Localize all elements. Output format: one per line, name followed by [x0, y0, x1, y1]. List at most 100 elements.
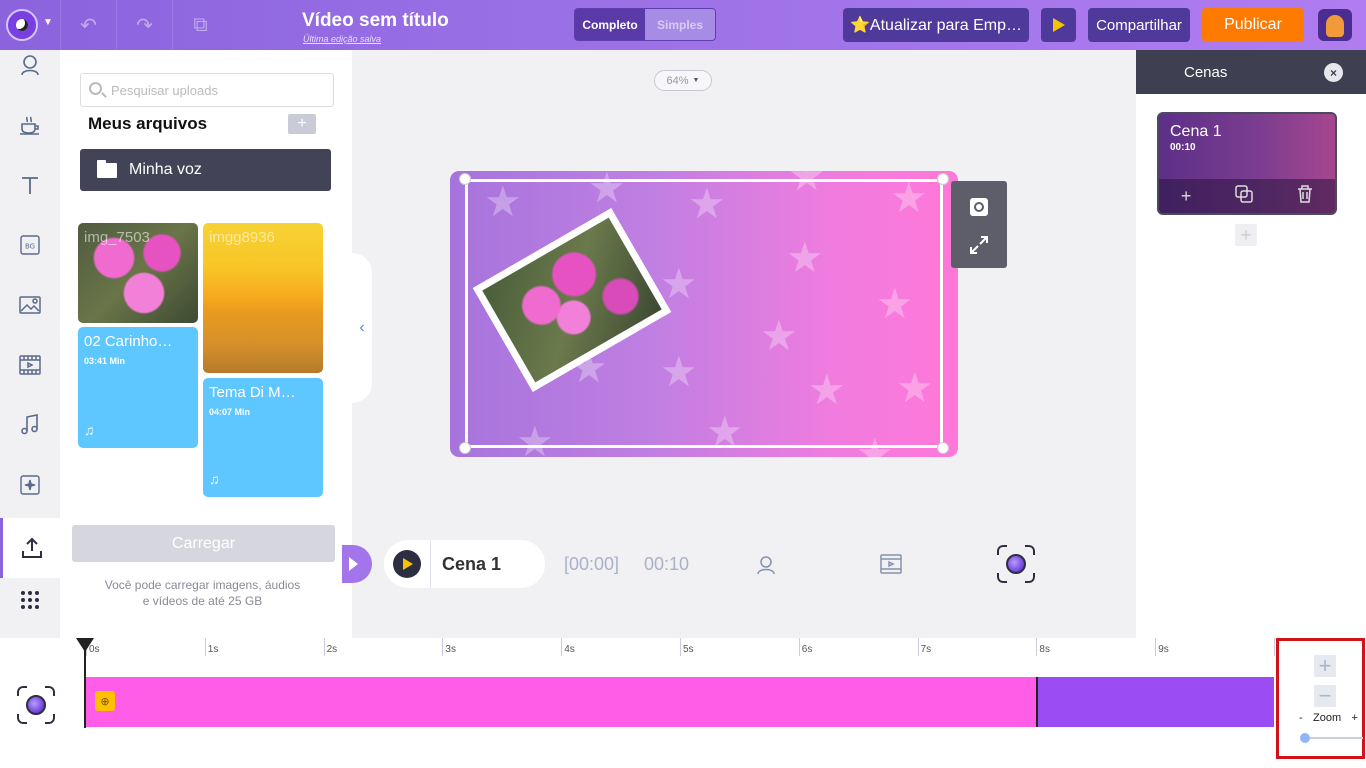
publish-button[interactable]: Publicar: [1202, 8, 1304, 42]
audio-tile[interactable]: Tema Di M… 04:07 Min ♫: [203, 378, 323, 497]
track-handle-icon[interactable]: ⊕: [95, 691, 115, 711]
ruler-tick: [204, 638, 206, 656]
music-note-icon: ♫: [84, 422, 95, 438]
resize-handle[interactable]: [459, 442, 471, 454]
text-icon[interactable]: [0, 155, 60, 215]
mode-toggle[interactable]: Completo Simples: [574, 8, 716, 41]
upload-note: Você pode carregar imagens, áudios e víd…: [104, 578, 301, 608]
scene-duration[interactable]: 00:10: [644, 554, 689, 575]
undo-button[interactable]: ↶: [60, 0, 116, 50]
expand-icon[interactable]: [968, 234, 990, 256]
play-icon: [1052, 18, 1065, 32]
scene-card[interactable]: Cena 1 00:10 +: [1157, 112, 1337, 215]
folder-icon: [97, 159, 117, 178]
video-icon[interactable]: [880, 554, 902, 579]
upload-icon[interactable]: [0, 518, 60, 578]
character-icon[interactable]: [0, 35, 60, 95]
svg-text:BG: BG: [25, 243, 35, 251]
ruler-label: 9s: [1158, 644, 1169, 655]
chevron-down-icon[interactable]: ▼: [43, 17, 53, 28]
background-icon[interactable]: BG: [0, 215, 60, 275]
audio-tile-name: Tema Di M…: [209, 384, 296, 401]
music-icon[interactable]: [0, 395, 60, 455]
last-saved-link[interactable]: Última edição salva: [303, 34, 381, 44]
add-icon[interactable]: +: [1181, 186, 1192, 207]
props-icon[interactable]: [0, 95, 60, 155]
trash-icon[interactable]: [1297, 184, 1313, 208]
scene-play-button[interactable]: [393, 550, 421, 578]
track-split-marker[interactable]: [1036, 677, 1038, 727]
new-folder-button[interactable]: +: [288, 114, 316, 134]
timeline: 0s1s2s3s4s5s6s7s8s9s10s ⊕ + − - Zoom +: [0, 638, 1366, 768]
music-note-icon: ♫: [209, 471, 220, 487]
more-icon[interactable]: [0, 570, 60, 630]
ruler-tick: [442, 638, 444, 656]
close-icon[interactable]: ×: [1324, 63, 1343, 82]
scene-control-bar: Cena 1: [384, 540, 545, 588]
canvas-zoom-select[interactable]: 64% ▼: [654, 70, 712, 91]
ruler-label: 3s: [445, 644, 456, 655]
ruler-label: 8s: [1039, 644, 1050, 655]
scene-name: Cena 1: [442, 553, 502, 574]
video-icon[interactable]: [0, 335, 60, 395]
zoom-out-button[interactable]: −: [1314, 683, 1336, 708]
upgrade-button[interactable]: ⭐Atualizar para Emp…: [843, 8, 1029, 42]
canvas-side-toolbar: [951, 181, 1007, 268]
ruler-label: 6s: [801, 644, 813, 655]
zoom-slider[interactable]: [1300, 733, 1363, 743]
zoom-slider-knob[interactable]: [1300, 733, 1310, 743]
resize-handle[interactable]: [459, 173, 471, 185]
preview-button[interactable]: [1041, 8, 1076, 42]
section-title: Meus arquivos: [88, 114, 208, 133]
selection-box[interactable]: [465, 179, 943, 448]
ruler-label: 5s: [683, 644, 694, 655]
ruler-tick: [680, 638, 681, 656]
camera-lens-icon: [26, 695, 46, 715]
avatar[interactable]: [1318, 9, 1352, 41]
transition-track[interactable]: [1038, 677, 1274, 727]
duplicate-button[interactable]: ⧉: [172, 0, 228, 50]
camera-button[interactable]: [997, 545, 1035, 583]
mode-full-tab[interactable]: Completo: [575, 9, 645, 40]
top-bar: ▼ ↶ ↷ ⧉ Vídeo sem título Última edição s…: [0, 0, 1366, 50]
playhead[interactable]: [76, 638, 94, 728]
ruler-label: 7s: [920, 644, 932, 655]
redo-button[interactable]: ↷: [116, 0, 172, 50]
ruler-tick: [1155, 638, 1157, 656]
voice-folder[interactable]: Minha voz: [80, 149, 331, 191]
audio-tile[interactable]: 02 Carinho… 03:41 Min ♫: [78, 327, 198, 448]
audio-tile-name: 02 Carinho…: [84, 333, 173, 350]
current-time: [00:00]: [564, 554, 620, 574]
zoom-in-button[interactable]: +: [1314, 653, 1336, 678]
chevron-left-icon: ‹: [359, 319, 365, 336]
video-title[interactable]: Vídeo sem título: [302, 10, 449, 32]
ruler-tick: [561, 638, 563, 656]
resize-handle[interactable]: [937, 173, 949, 185]
divider: [430, 540, 431, 588]
camera-focus-icon[interactable]: [968, 196, 990, 218]
image-icon[interactable]: [0, 275, 60, 335]
image-tile[interactable]: img_7503: [78, 223, 198, 323]
search-icon: [89, 82, 102, 95]
timeline-camera-button[interactable]: [17, 686, 55, 724]
character-icon[interactable]: [756, 555, 776, 580]
zoom-label-row: - Zoom +: [1279, 712, 1362, 724]
add-scene-button[interactable]: +: [1235, 224, 1257, 246]
share-button[interactable]: Compartilhar: [1088, 8, 1190, 42]
scene-card-name: Cena 1: [1170, 123, 1222, 140]
library-panel: Pesquisar uploads Meus arquivos + Minha …: [60, 50, 352, 638]
camera-lens-icon: [1006, 554, 1026, 574]
image-tile[interactable]: imgg8936: [203, 223, 323, 373]
scenes-panel: Cenas × Cena 1 00:10 + +: [1136, 50, 1366, 638]
resize-handle[interactable]: [937, 442, 949, 454]
ruler-tick: [917, 638, 919, 656]
collapse-panel-button[interactable]: ‹: [352, 253, 372, 403]
chevron-down-icon: ▼: [692, 77, 700, 84]
upload-button[interactable]: Carregar: [72, 525, 335, 562]
search-input[interactable]: Pesquisar uploads: [80, 73, 334, 107]
play-all-button[interactable]: [342, 545, 372, 583]
effects-icon[interactable]: [0, 455, 60, 515]
copy-icon[interactable]: [1235, 184, 1253, 208]
mode-simple-tab[interactable]: Simples: [645, 9, 715, 40]
ruler-tick: [1274, 638, 1275, 656]
